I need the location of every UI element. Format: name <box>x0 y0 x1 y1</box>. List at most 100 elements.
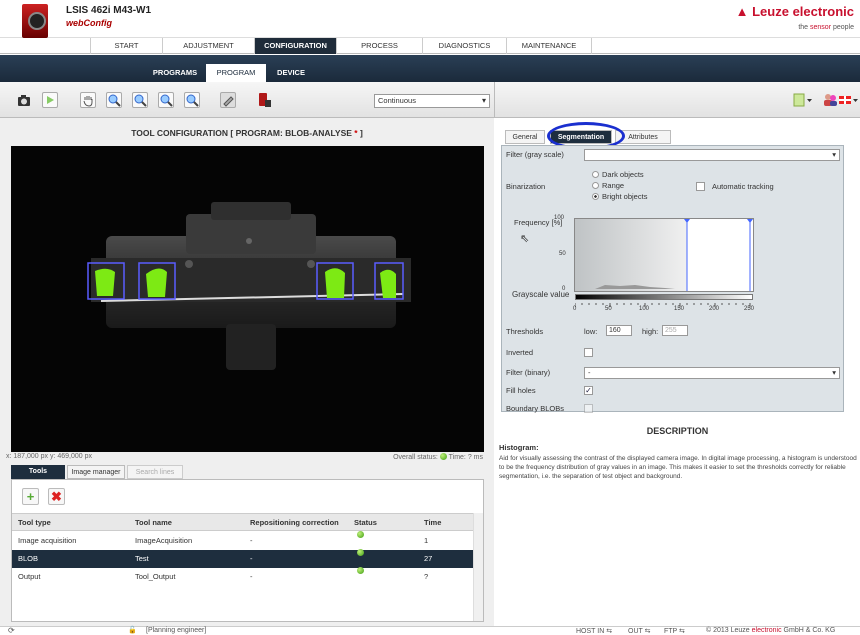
host-in-status: HOST IN ⇆ <box>576 628 613 635</box>
users-icon[interactable] <box>822 92 838 108</box>
low-label: low: <box>584 327 598 336</box>
language-flag-icon[interactable] <box>838 92 860 108</box>
x-tick-250: 250 <box>744 306 755 312</box>
boundary-blobs-checkbox[interactable] <box>584 404 593 413</box>
thresholds-label: Thresholds <box>506 327 544 336</box>
zoom-fit-icon[interactable] <box>158 92 174 108</box>
tools-scrollbar[interactable] <box>473 513 483 621</box>
filter-binary-select[interactable]: - <box>584 367 840 379</box>
tab-tools[interactable]: Tools <box>11 465 65 479</box>
app-header: LSIS 462i M43-W1 webConfig ▲ Leuze elect… <box>0 0 860 38</box>
filter-gray-label: Filter (gray scale) <box>506 150 564 159</box>
main-nav: START ADJUSTMENT CONFIGURATION PROCESS D… <box>0 38 860 54</box>
save-to-device-icon[interactable] <box>256 92 272 108</box>
automatic-tracking-checkbox[interactable] <box>696 182 705 191</box>
tab-general[interactable]: General <box>505 130 545 144</box>
nav-configuration[interactable]: CONFIGURATION <box>254 38 336 54</box>
description-text: Aid for visually assessing the contrast … <box>499 455 857 480</box>
inverted-checkbox[interactable] <box>584 348 593 357</box>
subnav-device[interactable]: DEVICE <box>268 64 314 82</box>
radio-range[interactable]: Range <box>592 181 624 190</box>
status-bar: ⟳ 🔓 [Planning engineer] HOST IN ⇆ OUT ⇆ … <box>0 626 860 635</box>
description-title: DESCRIPTION <box>646 426 709 436</box>
layout-menu-icon[interactable] <box>792 92 814 108</box>
fill-holes-label: Fill holes <box>506 386 536 395</box>
inverted-label: Inverted <box>506 348 534 357</box>
cursor-icon: ⇖ <box>520 233 530 245</box>
histogram-chart[interactable] <box>574 218 754 292</box>
radio-bright-objects[interactable]: Bright objects <box>592 192 647 201</box>
nav-adjustment[interactable]: ADJUSTMENT <box>162 38 254 54</box>
fill-holes-checkbox[interactable]: ✓ <box>584 386 593 395</box>
camera-icon[interactable] <box>16 92 32 108</box>
brand-slogan: the sensor people <box>798 24 854 31</box>
lock-icon: 🔓 <box>128 627 137 634</box>
table-row-selected[interactable]: BLOB Test - 27 <box>12 549 474 568</box>
nav-maintenance[interactable]: MAINTENANCE <box>506 38 592 54</box>
status-ok-icon <box>357 567 364 574</box>
tool-configuration-panel: TOOL CONFIGURATION [ PROGRAM: BLOB-ANALY… <box>0 118 494 626</box>
hand-icon[interactable] <box>80 92 96 108</box>
ftp-status: FTP ⇆ <box>664 628 685 635</box>
sub-nav: PROGRAMS PROGRAM DEVICE <box>0 55 860 82</box>
nav-start[interactable]: START <box>90 38 162 54</box>
filter-gray-select[interactable] <box>584 149 840 161</box>
filter-binary-label: Filter (binary) <box>506 368 551 377</box>
zoom-actual-icon[interactable] <box>184 92 200 108</box>
refresh-icon[interactable]: ⟳ <box>8 626 15 635</box>
x-tick-0: 0 <box>573 306 577 312</box>
nav-diagnostics[interactable]: DIAGNOSTICS <box>422 38 506 54</box>
radio-dark-objects[interactable]: Dark objects <box>592 170 644 179</box>
add-tool-icon[interactable]: + <box>22 488 39 505</box>
trigger-mode-select[interactable]: Continuous <box>374 94 490 108</box>
threshold-high-input[interactable]: 255 <box>662 325 688 336</box>
play-icon[interactable] <box>42 92 58 108</box>
x-tick-50: 50 <box>605 306 612 312</box>
status-ok-icon <box>439 453 447 460</box>
threshold-low-input[interactable]: 160 <box>606 325 632 336</box>
subnav-programs[interactable]: PROGRAMS <box>146 64 204 82</box>
grayscale-label: Grayscale value <box>512 290 570 299</box>
high-label: high: <box>642 327 659 336</box>
table-row[interactable]: Image acquisition ImageAcquisition - 1 <box>12 531 474 550</box>
x-tick-200: 200 <box>709 306 720 312</box>
x-tick-150: 150 <box>674 306 685 312</box>
page-title: TOOL CONFIGURATION [ PROGRAM: BLOB-ANALY… <box>131 128 363 138</box>
copyright: © 2013 Leuze electronic GmbH & Co. KG <box>706 627 836 634</box>
status-ok-icon <box>357 531 364 538</box>
segmentation-panel: Filter (gray scale) Binarization Dark ob… <box>501 145 844 413</box>
delete-tool-icon[interactable]: ✖ <box>48 488 65 505</box>
overall-status: Overall status: Time: ? ms <box>393 453 483 461</box>
app-name: webConfig <box>66 18 112 28</box>
subnav-program[interactable]: PROGRAM <box>206 64 266 82</box>
table-header: Tool type Tool name Repositioning correc… <box>12 513 474 531</box>
out-status: OUT ⇆ <box>628 628 651 635</box>
tab-search-lines[interactable]: Search lines <box>127 465 183 479</box>
y-tick-100: 100 <box>554 215 565 221</box>
status-ok-icon <box>357 549 364 556</box>
device-image <box>22 4 48 38</box>
y-tick-50: 50 <box>559 251 566 257</box>
x-tick-100: 100 <box>639 306 650 312</box>
tool-settings-panel: General Segmentation Attributes Filter (… <box>495 118 860 626</box>
boundary-blobs-label: Boundary BLOBs <box>506 404 564 413</box>
cursor-coordinates: x: 187,000 px y: 469,000 px <box>6 453 93 460</box>
description-heading: Histogram: <box>499 443 539 452</box>
grayscale-gradient-bar <box>575 294 753 300</box>
grayscale-ticks <box>574 301 755 307</box>
automatic-tracking-label: Automatic tracking <box>712 182 774 191</box>
nav-process[interactable]: PROCESS <box>336 38 422 54</box>
toolbar: Continuous <box>0 82 860 118</box>
table-row[interactable]: Output Tool_Output - ? <box>12 567 474 586</box>
zoom-in-icon[interactable] <box>106 92 122 108</box>
tab-image-manager[interactable]: Image manager <box>67 465 125 479</box>
camera-image-viewer[interactable] <box>11 146 484 452</box>
tools-panel: + ✖ Tool type Tool name Repositioning co… <box>11 479 484 622</box>
user-role: [Planning engineer] <box>146 627 207 634</box>
tool-edit-icon[interactable] <box>220 92 236 108</box>
brand-logo: ▲ Leuze electronic <box>735 4 854 19</box>
binarization-label: Binarization <box>506 182 546 191</box>
zoom-out-icon[interactable] <box>132 92 148 108</box>
toolbar-divider <box>494 82 495 118</box>
device-name: LSIS 462i M43-W1 <box>66 5 152 16</box>
